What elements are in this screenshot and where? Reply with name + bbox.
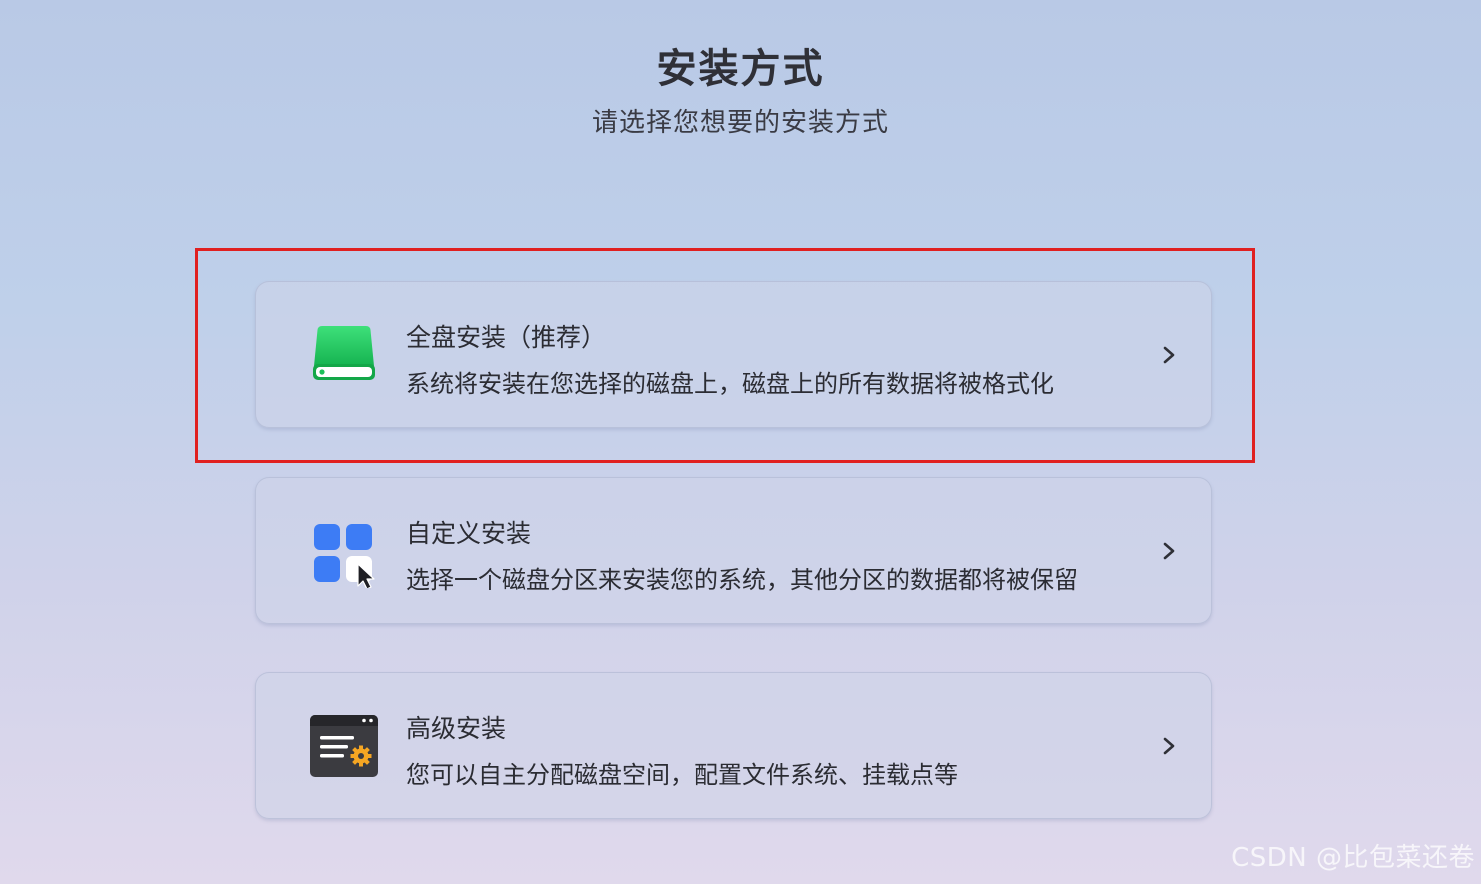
option-title: 自定义安装 [406,519,532,548]
option-description: 您可以自主分配磁盘空间，配置文件系统、挂载点等 [406,761,958,789]
custom-partition-icon [314,524,375,588]
option-description: 选择一个磁盘分区来安装您的系统，其他分区的数据都将被保留 [406,566,1078,594]
custom-install-option[interactable]: 自定义安装 选择一个磁盘分区来安装您的系统，其他分区的数据都将被保留 [255,477,1212,624]
advanced-settings-icon [310,715,378,777]
page-subtitle: 请选择您想要的安装方式 [591,108,889,138]
chevron-right-icon [1163,542,1175,560]
hard-drive-icon [313,326,375,380]
chevron-right-icon [1163,737,1175,755]
chevron-right-icon [1163,346,1175,364]
option-title: 高级安装 [406,714,507,743]
csdn-watermark: CSDN @比包菜还卷 [1231,843,1475,873]
full-disk-install-option[interactable]: 全盘安装（推荐） 系统将安装在您选择的磁盘上，磁盘上的所有数据将被格式化 [255,281,1212,428]
page-title: 安装方式 [656,46,825,92]
option-title: 全盘安装（推荐） [406,323,607,352]
option-description: 系统将安装在您选择的磁盘上，磁盘上的所有数据将被格式化 [406,370,1054,398]
advanced-install-option[interactable]: 高级安装 您可以自主分配磁盘空间，配置文件系统、挂载点等 [255,672,1212,819]
